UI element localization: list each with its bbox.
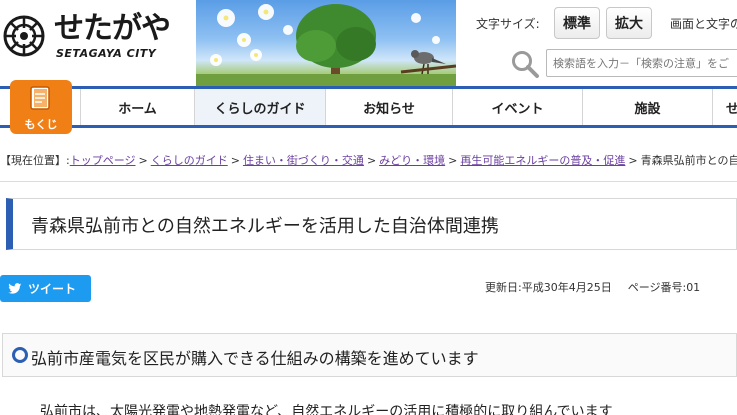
section-heading-box: 弘前市産電気を区民が購入できる仕組みの構築を進めています: [2, 333, 737, 377]
breadcrumb-link-renewable[interactable]: 再生可能エネルギーの普及・促進: [460, 154, 625, 167]
search-icon: [512, 51, 539, 78]
logo-japanese-text: せたがや: [54, 11, 171, 46]
nav-item-news[interactable]: お知らせ: [325, 89, 452, 125]
breadcrumb: 【現在位置】:トップページ > くらしのガイド > 住まい・街づくり・交通 > みどり・環境…: [0, 152, 737, 168]
nav-item-events[interactable]: イベント: [452, 89, 582, 125]
nav-item-life-guide[interactable]: くらしのガイド: [194, 89, 325, 125]
font-size-large-button[interactable]: 拡大: [606, 7, 652, 39]
global-nav: ホーム くらしのガイド お知らせ イベント 施設 せ: [0, 86, 737, 128]
section-heading: 弘前市産電気を区民が購入できる仕組みの構築を進めています: [31, 349, 479, 368]
breadcrumb-link-housing[interactable]: 住まい・街づくり・交通: [243, 154, 364, 167]
page-number: ページ番号:01: [627, 281, 701, 294]
breadcrumb-current: 青森県弘前市との自然: [640, 154, 737, 167]
nav-item-home[interactable]: ホーム: [80, 89, 194, 125]
breadcrumb-prefix: 【現在位置】:: [0, 154, 70, 167]
page-meta: 更新日:平成30年4月25日 ページ番号:01: [485, 279, 700, 295]
tweet-button[interactable]: ツイート: [0, 275, 91, 302]
font-size-label: 文字サイズ:: [476, 17, 540, 31]
page-title-box: 青森県弘前市との自然エネルギーを活用した自治体間連携: [6, 198, 737, 250]
content-divider: [0, 181, 737, 182]
breadcrumb-link-top[interactable]: トップページ: [70, 154, 136, 167]
city-emblem-icon: [3, 15, 45, 57]
tweet-label: ツイート: [28, 282, 77, 296]
breadcrumb-link-life-guide[interactable]: くらしのガイド: [151, 154, 228, 167]
nav-item-more[interactable]: せ: [712, 89, 737, 125]
search-input[interactable]: [546, 49, 737, 77]
setagaya-logo[interactable]: せたがや SETAGAYA CITY: [0, 10, 200, 60]
mokuji-button[interactable]: もくじ: [10, 80, 72, 134]
mokuji-label: もくじ: [24, 118, 58, 131]
screen-color-link[interactable]: 画面と文字の: [670, 15, 737, 32]
twitter-bird-icon: [8, 282, 22, 294]
breadcrumb-link-environment[interactable]: みどり・環境: [379, 154, 445, 167]
logo-english-text: SETAGAYA CITY: [56, 47, 157, 60]
header-hero-image: [196, 0, 456, 86]
updated-date: 更新日:平成30年4月25日: [485, 281, 612, 294]
circle-bullet-icon: [12, 347, 28, 363]
nav-item-facilities[interactable]: 施設: [582, 89, 712, 125]
font-size-standard-button[interactable]: 標準: [554, 7, 600, 39]
site-header: せたがや SETAGAYA CITY 文字サイズ: 標準 拡大 画面と文字の 検…: [0, 0, 737, 86]
header-tools: 文字サイズ: 標準 拡大 画面と文字の: [456, 0, 737, 86]
book-icon: [30, 86, 50, 110]
body-paragraph: 弘前市は、太陽光発電や地熱発電など、自然エネルギーの活用に積極的に取り組んでいま…: [40, 404, 613, 415]
page-title: 青森県弘前市との自然エネルギーを活用した自治体間連携: [31, 216, 499, 237]
